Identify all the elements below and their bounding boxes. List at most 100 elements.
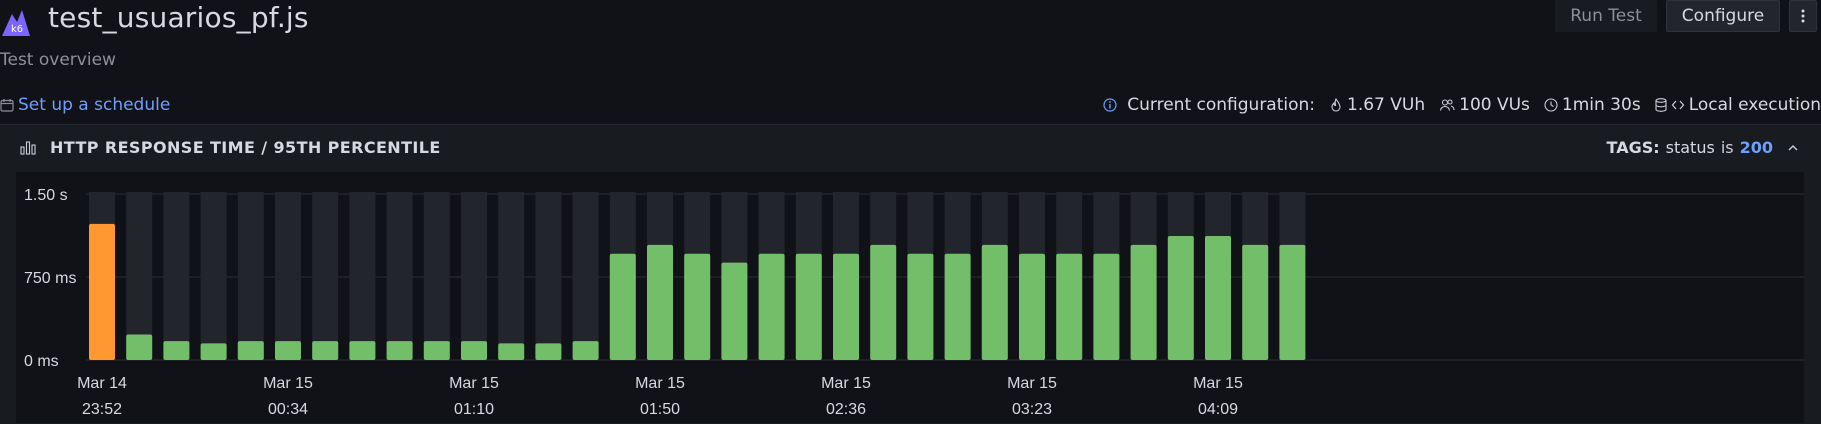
panel-title: HTTP RESPONSE TIME / 95TH PERCENTILE	[50, 138, 441, 157]
config-execution-value: Local execution	[1688, 95, 1821, 115]
tags-filter[interactable]: TAGS: status is 200	[1607, 138, 1799, 157]
config-execution: Local execution	[1655, 95, 1821, 115]
config-vus-value: 100 VUs	[1459, 95, 1530, 115]
users-icon	[1440, 99, 1455, 111]
tag-operator: is	[1720, 138, 1734, 157]
x-tick-date: Mar 14	[77, 375, 127, 392]
bar	[833, 253, 859, 360]
response-time-chart: 1.50 s 750 ms 0 ms Mar 14 23:52 Mar 15 00:34 Ma…	[16, 172, 1804, 423]
x-tick-date: Mar 15	[821, 375, 871, 392]
bar-background	[275, 192, 301, 360]
more-options-button[interactable]	[1789, 0, 1817, 32]
x-tick-time: 01:50	[640, 401, 680, 418]
bar	[275, 341, 301, 360]
database-icon	[1655, 98, 1667, 112]
bar	[423, 341, 450, 360]
x-tick-time: 02:36	[826, 401, 866, 418]
bar	[944, 253, 971, 360]
tags-label: TAGS:	[1606, 138, 1660, 157]
bar	[312, 341, 339, 360]
svg-text:k6: k6	[11, 24, 23, 35]
bar-background	[572, 192, 599, 360]
flame-icon	[1331, 98, 1341, 112]
code-icon	[1671, 100, 1684, 110]
x-tick-date: Mar 15	[449, 375, 499, 392]
bar	[1167, 236, 1194, 360]
bar	[535, 343, 562, 360]
test-header: k6 test_usuarios_pf.js Test overview Run…	[0, 0, 1821, 106]
config-duration-value: 1min 30s	[1561, 95, 1641, 115]
y-tick-label: 1.50 s	[24, 187, 68, 204]
info-icon	[1103, 98, 1117, 112]
bar	[907, 253, 934, 360]
bar	[572, 341, 599, 360]
bar	[386, 341, 413, 360]
panel-header: HTTP RESPONSE TIME / 95TH PERCENTILE	[20, 138, 441, 157]
tag-value: 200	[1739, 138, 1773, 157]
bar-background	[163, 192, 190, 360]
tag-key: status	[1665, 138, 1715, 157]
bar	[1130, 244, 1157, 360]
x-tick-time: 01:10	[454, 401, 494, 418]
bar	[1019, 253, 1045, 360]
x-tick-date: Mar 15	[1007, 375, 1057, 392]
bar-background	[423, 192, 450, 360]
bar	[758, 253, 785, 360]
schedule-link-label: Set up a schedule	[18, 95, 171, 115]
bar-chart: 1.50 s 750 ms 0 ms Mar 14 23:52 Mar 15 00:34 Ma…	[24, 187, 1804, 418]
bar-background	[312, 192, 339, 360]
config-duration: 1min 30s	[1544, 95, 1641, 115]
bar-background	[535, 192, 562, 360]
bar	[795, 253, 822, 360]
current-configuration: Current configuration: 1.67 VUh 100 VUs …	[1089, 95, 1821, 115]
run-test-button[interactable]: Run Test	[1555, 0, 1657, 32]
x-tick-date: Mar 15	[1193, 375, 1243, 392]
bar	[647, 244, 673, 360]
bar-background	[349, 192, 376, 360]
bar	[1093, 253, 1120, 360]
page-subtitle: Test overview	[0, 50, 116, 70]
bar	[1205, 236, 1231, 360]
bar-chart-icon	[20, 140, 36, 155]
bar	[237, 341, 264, 360]
bar	[609, 253, 636, 360]
config-vuh-value: 1.67 VUh	[1347, 95, 1426, 115]
bar	[684, 253, 711, 360]
clock-icon	[1544, 98, 1558, 112]
configure-button[interactable]: Configure	[1666, 0, 1780, 32]
page-title: test_usuarios_pf.js	[48, 1, 309, 34]
bar	[981, 244, 1008, 360]
bar	[89, 223, 115, 360]
y-tick-label: 0 ms	[24, 353, 59, 370]
schedule-link[interactable]: Set up a schedule	[0, 95, 170, 115]
bar	[721, 262, 748, 360]
bar	[870, 244, 897, 360]
x-tick-date: Mar 15	[263, 375, 313, 392]
x-tick-time: 03:23	[1012, 401, 1052, 418]
kebab-menu-icon	[1801, 9, 1805, 23]
x-tick-time: 04:09	[1198, 401, 1238, 418]
bar	[200, 343, 227, 360]
bar	[461, 341, 487, 360]
bar	[1279, 244, 1306, 360]
bar-background	[386, 192, 413, 360]
bar	[349, 341, 376, 360]
y-tick-label: 750 ms	[24, 270, 76, 287]
bar-background	[461, 192, 487, 360]
bar	[163, 341, 190, 360]
bar	[498, 343, 525, 360]
bar	[126, 334, 153, 360]
k6-logo: k6	[2, 10, 30, 36]
chevron-up-icon[interactable]	[1787, 144, 1799, 152]
config-label: Current configuration:	[1127, 95, 1316, 115]
bar-background	[498, 192, 525, 360]
config-label-item: Current configuration:	[1103, 95, 1315, 115]
x-tick-time: 00:34	[268, 401, 308, 418]
calendar-icon	[0, 99, 14, 112]
bar-background	[200, 192, 227, 360]
config-vus: 100 VUs	[1439, 95, 1530, 115]
x-tick-date: Mar 15	[635, 375, 685, 392]
config-vuh: 1.67 VUh	[1329, 95, 1425, 115]
x-tick-time: 23:52	[82, 401, 122, 418]
bar-background	[237, 192, 264, 360]
